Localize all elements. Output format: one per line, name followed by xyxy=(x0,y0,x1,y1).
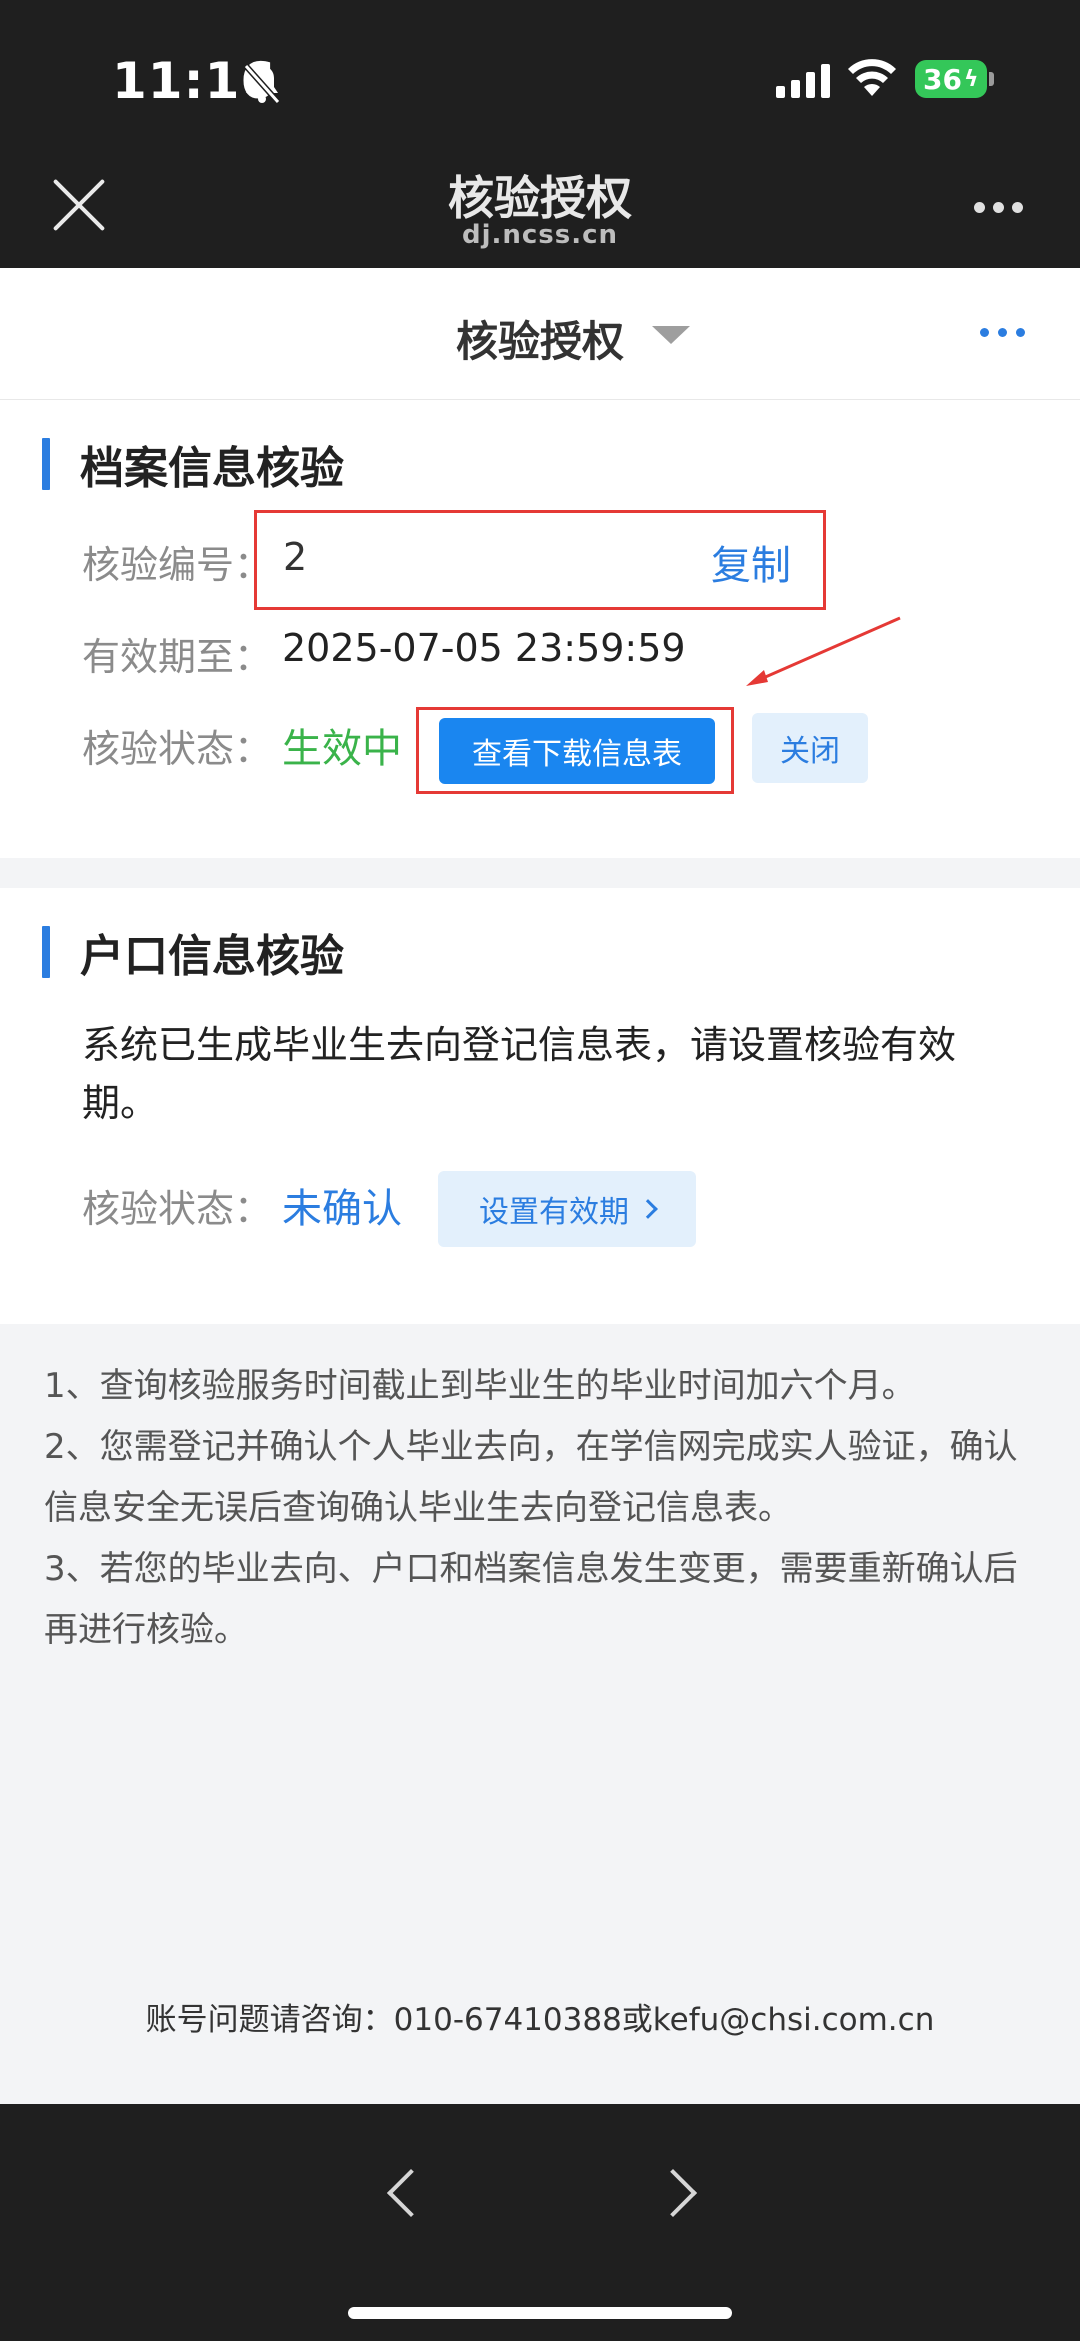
expire-label: 有效期至： xyxy=(82,635,273,679)
set-validity-label: 设置有效期 xyxy=(479,1195,629,1230)
section-accent-bar xyxy=(42,438,50,490)
forward-arrow-icon[interactable] xyxy=(656,2168,704,2216)
hukou-verification-card: 户口信息核验 系统已生成毕业生去向登记信息表，请设置核验有效期。 核验状态： 未… xyxy=(0,888,1080,1324)
note-item: 3、若您的毕业去向、户口和档案信息发生变更，需要重新确认后再进行核验。 xyxy=(44,1549,1018,1650)
battery-icon: 36 ϟ xyxy=(915,60,987,98)
battery-level: 36 xyxy=(923,62,962,96)
contact-info: 账号问题请咨询：010-67410388或kefu@chsi.com.cn xyxy=(145,2002,935,2038)
status-label: 核验状态： xyxy=(82,727,273,771)
note-item: 2、您需登记并确认个人毕业去向，在学信网完成实人验证，确认信息安全无误后查询确认… xyxy=(44,1427,1018,1528)
hukou-section-header: 户口信息核验 xyxy=(42,920,344,984)
wifi-icon xyxy=(848,59,896,96)
annotation-arrow-icon xyxy=(746,616,901,686)
archive-verification-card: 档案信息核验 核验编号： 2 复制 有效期至： 2025-07-05 23:59… xyxy=(0,400,1080,858)
top-bar: 11:16 36 ϟ 核验授权 dj.ncss.cn xyxy=(0,0,1080,268)
set-validity-button[interactable]: 设置有效期 xyxy=(438,1171,696,1247)
back-arrow-icon[interactable] xyxy=(378,2168,426,2216)
notes-list: 1、查询核验服务时间截止到毕业生的毕业时间加六个月。 2、您需登记并确认个人毕业… xyxy=(44,1356,1044,1661)
archive-section-title: 档案信息核验 xyxy=(80,443,344,494)
expire-value: 2025-07-05 23:59:59 xyxy=(282,626,686,670)
hukou-message: 系统已生成毕业生去向登记信息表，请设置核验有效期。 xyxy=(82,1023,957,1125)
caret-down-icon[interactable] xyxy=(652,326,690,344)
bell-off-icon xyxy=(243,64,281,104)
page-title[interactable]: 核验授权 xyxy=(0,308,1080,369)
copy-button[interactable]: 复制 xyxy=(711,533,791,591)
view-button-highlight-box: 查看下载信息表 xyxy=(416,707,734,794)
window-title: 核验授权 xyxy=(448,171,632,225)
more-options-icon[interactable] xyxy=(974,202,1023,213)
nav-more-icon[interactable] xyxy=(980,328,1025,337)
archive-section-header: 档案信息核验 xyxy=(42,432,344,496)
section-accent-bar xyxy=(42,926,50,978)
chevron-right-icon xyxy=(638,1199,658,1219)
hukou-section-title: 户口信息核验 xyxy=(80,931,344,982)
window-domain: dj.ncss.cn xyxy=(461,220,619,250)
browser-toolbar xyxy=(0,2104,1080,2341)
code-label: 核验编号： xyxy=(82,543,273,587)
code-highlight-box: 2 复制 xyxy=(254,510,826,610)
code-value: 2 xyxy=(283,535,308,579)
battery-tip xyxy=(989,72,994,86)
status-value-pending: 未确认 xyxy=(282,1186,402,1232)
status-value-active: 生效中 xyxy=(282,726,402,772)
close-verification-button[interactable]: 关闭 xyxy=(752,713,868,783)
home-indicator[interactable] xyxy=(348,2307,732,2319)
charging-bolt-icon: ϟ xyxy=(963,66,979,92)
signal-icon xyxy=(776,64,830,98)
page-nav-header: 核验授权 xyxy=(0,268,1080,400)
hukou-status-label: 核验状态： xyxy=(82,1187,273,1231)
note-item: 1、查询核验服务时间截止到毕业生的毕业时间加六个月。 xyxy=(44,1366,916,1406)
view-download-button[interactable]: 查看下载信息表 xyxy=(439,718,715,784)
